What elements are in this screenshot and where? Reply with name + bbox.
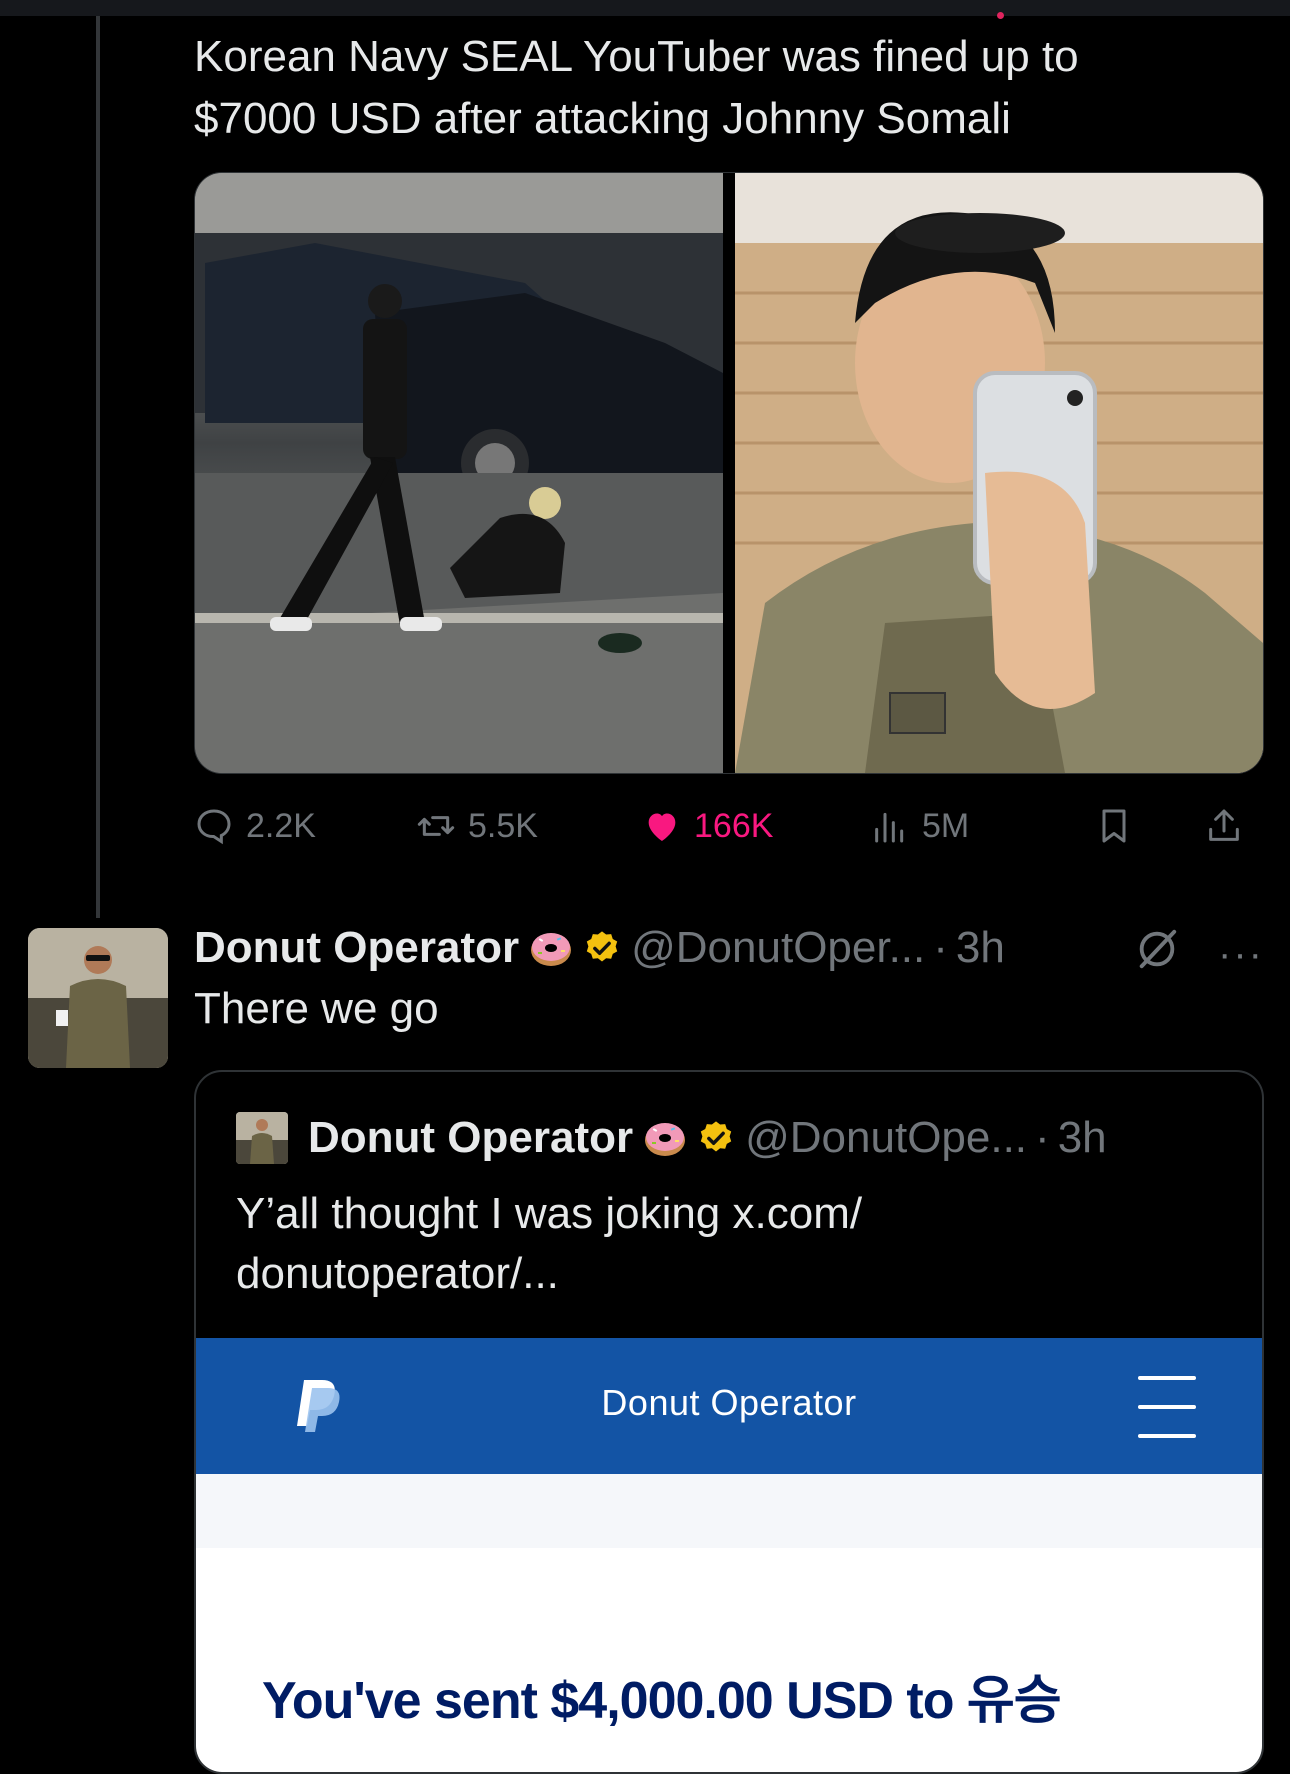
reply-display-name[interactable]: Donut Operator [194, 923, 519, 973]
repost-count: 5.5K [468, 806, 538, 845]
paypal-header: Donut Operator [196, 1338, 1262, 1474]
repost-icon [417, 816, 455, 836]
tweet-actions: 2.2K 5.5K 166K 5M [194, 798, 1262, 854]
verified-badge-icon [586, 931, 618, 962]
like-count: 166K [694, 806, 774, 845]
donut-emoji-icon [531, 933, 572, 966]
soldier-selfie-illustration [735, 173, 1263, 773]
views-bar-chart-icon [875, 812, 904, 843]
share-button[interactable] [1204, 798, 1244, 854]
share-icon [1209, 809, 1239, 841]
paypal-header-title: Donut Operator [601, 1382, 857, 1423]
heart-filled-icon [648, 813, 676, 841]
quoted-tweet[interactable]: Donut Operator @DonutOpe... · 3h Y’all t… [194, 1070, 1264, 1774]
views-button[interactable]: 5M [870, 798, 969, 854]
view-count: 5M [922, 806, 970, 845]
quote-separator: · [1035, 1113, 1050, 1162]
reply-text: There we go [194, 984, 439, 1033]
quote-time: 3h [1057, 1113, 1107, 1162]
thread-line [96, 16, 100, 918]
photo-soldier-selfie[interactable] [735, 173, 1263, 773]
more-options-button[interactable]: ··· [1218, 932, 1264, 977]
reply-handle[interactable]: @DonutOper... [631, 923, 925, 973]
street-scene-illustration [195, 173, 723, 773]
verified-badge-icon [700, 1121, 732, 1152]
bookmark-icon [1102, 809, 1126, 843]
reply-count: 2.2K [246, 806, 316, 845]
quote-avatar[interactable] [236, 1112, 288, 1164]
reply-icon [197, 809, 231, 845]
paypal-sent-text: You've sent $4,000.00 USD to 유승 [262, 1672, 1062, 1730]
reply-time[interactable]: 3h [956, 923, 1005, 973]
notification-dot [997, 12, 1004, 19]
photo-street[interactable] [195, 173, 723, 773]
bookmark-button[interactable] [1094, 798, 1134, 854]
hamburger-menu-icon [1138, 1376, 1196, 1438]
reply-header: Donut Operator @DonutOper... · 3h [194, 918, 1284, 978]
quote-handle: @DonutOpe... [745, 1113, 1028, 1162]
top-bar [0, 0, 1290, 16]
reply-button[interactable]: 2.2K [194, 798, 316, 854]
quote-text: Y’all thought I was joking x.com/ donuto… [236, 1189, 863, 1298]
quote-header: Donut Operator @DonutOpe... · 3h [308, 1102, 1107, 1174]
grok-icon[interactable] [1134, 926, 1180, 972]
reply-avatar[interactable] [28, 928, 168, 1068]
avatar-man-small-illustration [236, 1112, 288, 1164]
tweet-media[interactable] [194, 172, 1264, 774]
repost-button[interactable]: 5.5K [416, 798, 538, 854]
paypal-strip [196, 1474, 1262, 1548]
quote-display-name: Donut Operator [308, 1113, 634, 1162]
like-button[interactable]: 166K [642, 798, 773, 854]
avatar-man-illustration [28, 928, 168, 1068]
tweet-text: Korean Navy SEAL YouTuber was fined up t… [194, 32, 1079, 143]
donut-emoji-icon [645, 1123, 686, 1156]
reply-separator: · [933, 923, 948, 972]
